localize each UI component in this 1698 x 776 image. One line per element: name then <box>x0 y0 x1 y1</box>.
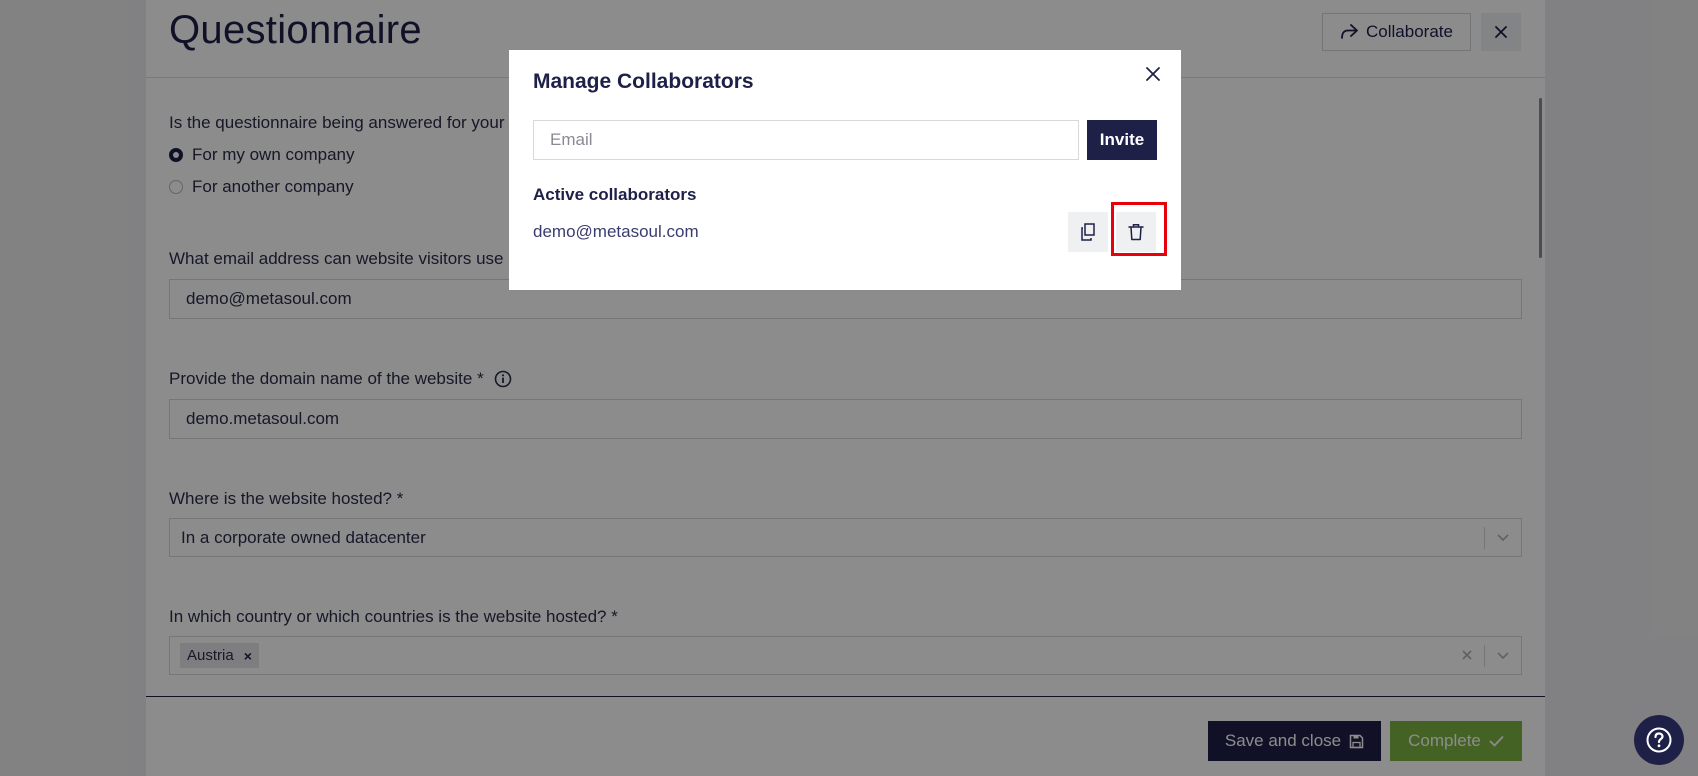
modal-title: Manage Collaborators <box>533 70 754 93</box>
collaborator-email-input[interactable] <box>533 120 1079 160</box>
help-button[interactable] <box>1634 715 1684 765</box>
invite-button[interactable]: Invite <box>1087 120 1157 160</box>
copy-icon <box>1081 223 1095 241</box>
copy-link-button[interactable] <box>1068 212 1108 252</box>
collaborator-email: demo@metasoul.com <box>533 222 699 241</box>
active-collaborators-heading: Active collaborators <box>533 185 697 204</box>
collaborator-row: demo@metasoul.com <box>533 210 1157 254</box>
highlight-annotation <box>1111 202 1167 256</box>
question-mark-icon <box>1646 727 1672 753</box>
modal-close-button[interactable] <box>1142 63 1164 85</box>
manage-collaborators-modal: Manage Collaborators Invite Active colla… <box>509 50 1181 290</box>
close-icon <box>1146 67 1160 81</box>
